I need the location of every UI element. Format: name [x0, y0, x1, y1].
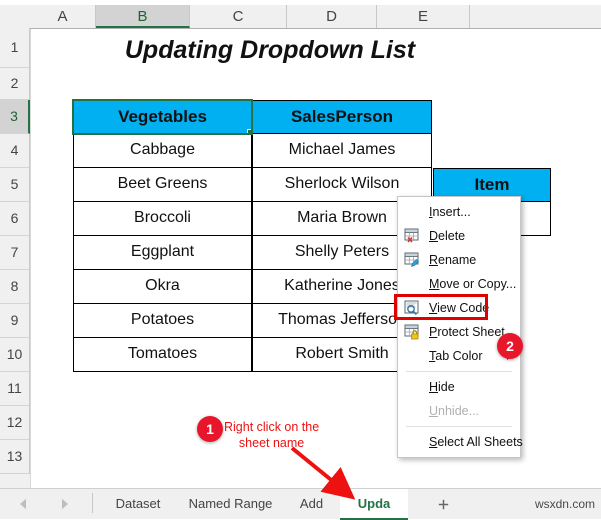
callout-arrow-1-icon [290, 446, 356, 500]
menu-item-view-code[interactable]: View Code [394, 294, 520, 320]
table-header-cell[interactable]: Vegetables [72, 99, 253, 135]
table-row: Tomatoes Robert Smith [73, 338, 432, 372]
protect-sheet-icon [404, 324, 419, 340]
column-header-bar: ABCDE [0, 5, 601, 29]
callout-text-1: Right click on the sheet name [224, 419, 319, 451]
menu-item-label: Unhide... [429, 404, 480, 418]
column-header-a[interactable]: A [30, 5, 96, 28]
column-header-b[interactable]: B [96, 5, 190, 28]
menu-item-insert[interactable]: Insert... [398, 200, 520, 224]
menu-item-label: Move or Copy... [429, 277, 517, 291]
table-row: Okra Katherine Jones [73, 270, 432, 304]
row-header-bar: 1 2 3 4 5 6 7 8 9 10 11 12 13 [0, 28, 30, 488]
row-header-9[interactable]: 9 [0, 304, 30, 338]
table-cell[interactable]: Potatoes [73, 304, 252, 338]
column-header-c[interactable]: C [190, 5, 287, 28]
menu-item-rename[interactable]: Rename [398, 248, 520, 272]
menu-item-label: Delete [429, 229, 466, 243]
table-cell[interactable]: Broccoli [73, 202, 252, 236]
row-header-7[interactable]: 7 [0, 236, 30, 270]
callout-badge-2: 2 [497, 333, 523, 359]
row-header-4[interactable]: 4 [0, 134, 30, 168]
menu-item-hide[interactable]: Hide [398, 375, 520, 399]
highlight-box [394, 294, 488, 320]
row-header-1[interactable]: 1 [0, 28, 30, 68]
menu-item-label: Tab Color [429, 349, 483, 363]
column-header-d[interactable]: D [287, 5, 377, 28]
menu-item-label: Rename [429, 253, 477, 267]
menu-item-label: Hide [429, 380, 455, 394]
table-row: Eggplant Shelly Peters [73, 236, 432, 270]
callout-text-1-line2: sheet name [238, 436, 305, 450]
row-header-3[interactable]: 3 [0, 100, 30, 134]
delete-sheet-icon [404, 228, 419, 243]
sheet-tab-dataset[interactable]: Dataset [98, 489, 178, 518]
row-header-2[interactable]: 2 [0, 68, 30, 100]
table-cell[interactable]: Michael James [252, 134, 432, 168]
row-header-10[interactable]: 10 [0, 338, 30, 372]
table-header-row: Vegetables SalesPerson [72, 99, 432, 135]
row-header-5[interactable]: 5 [0, 168, 30, 202]
data-table: Vegetables SalesPerson Cabbage Michael Jame… [72, 99, 432, 372]
row-header-12[interactable]: 12 [0, 406, 30, 440]
rename-sheet-icon [404, 252, 419, 268]
callout-badge-1: 1 [197, 416, 223, 442]
table-row: Potatoes Thomas Jefferson [73, 304, 432, 338]
table-cell[interactable]: Eggplant [73, 236, 252, 270]
sheet-nav-arrows[interactable] [14, 495, 84, 513]
table-row: Broccoli Maria Brown [73, 202, 432, 236]
table-cell[interactable]: Okra [73, 270, 252, 304]
menu-separator [406, 371, 512, 372]
menu-separator [406, 426, 512, 427]
row-header-6[interactable]: 6 [0, 202, 30, 236]
row-header-11[interactable]: 11 [0, 372, 30, 406]
menu-item-select-all-sheets[interactable]: Select All Sheets [398, 430, 523, 454]
table-cell[interactable]: Cabbage [73, 134, 252, 168]
sheet-context-menu[interactable]: Insert... Delete Rename Move or Copy... View… [394, 196, 523, 458]
page-title: Updating Dropdown List [124, 35, 416, 64]
watermark: wsxdn.com [534, 497, 595, 511]
nav-prev-icon[interactable] [20, 499, 26, 509]
menu-item-unhide: Unhide... [398, 399, 520, 423]
add-sheet-icon[interactable] [436, 497, 451, 512]
table-header-cell[interactable]: SalesPerson [252, 100, 432, 134]
nav-next-icon[interactable] [62, 499, 68, 509]
menu-item-label: Select All Sheets [429, 435, 523, 449]
row-header-13[interactable]: 13 [0, 440, 30, 474]
callout-text-1-line1: Right click on the [224, 420, 320, 434]
sheet-tab-named-range[interactable]: Named Range [178, 489, 283, 518]
table-row: Beet Greens Sherlock Wilson [73, 168, 432, 202]
excel-worksheet: ABCDE 1 2 3 4 5 6 7 8 9 10 11 12 13 Updating Dropdow… [0, 0, 601, 520]
column-header-e[interactable]: E [377, 5, 470, 28]
menu-item-delete[interactable]: Delete [398, 224, 520, 248]
row-header-8[interactable]: 8 [0, 270, 30, 304]
tab-divider [92, 493, 93, 513]
table-cell[interactable]: Tomatoes [73, 338, 252, 372]
menu-item-move-or-copy[interactable]: Move or Copy... [398, 272, 520, 296]
table-cell[interactable]: Beet Greens [73, 168, 252, 202]
table-row: Cabbage Michael James [73, 134, 432, 168]
menu-item-label: Insert... [429, 205, 471, 219]
